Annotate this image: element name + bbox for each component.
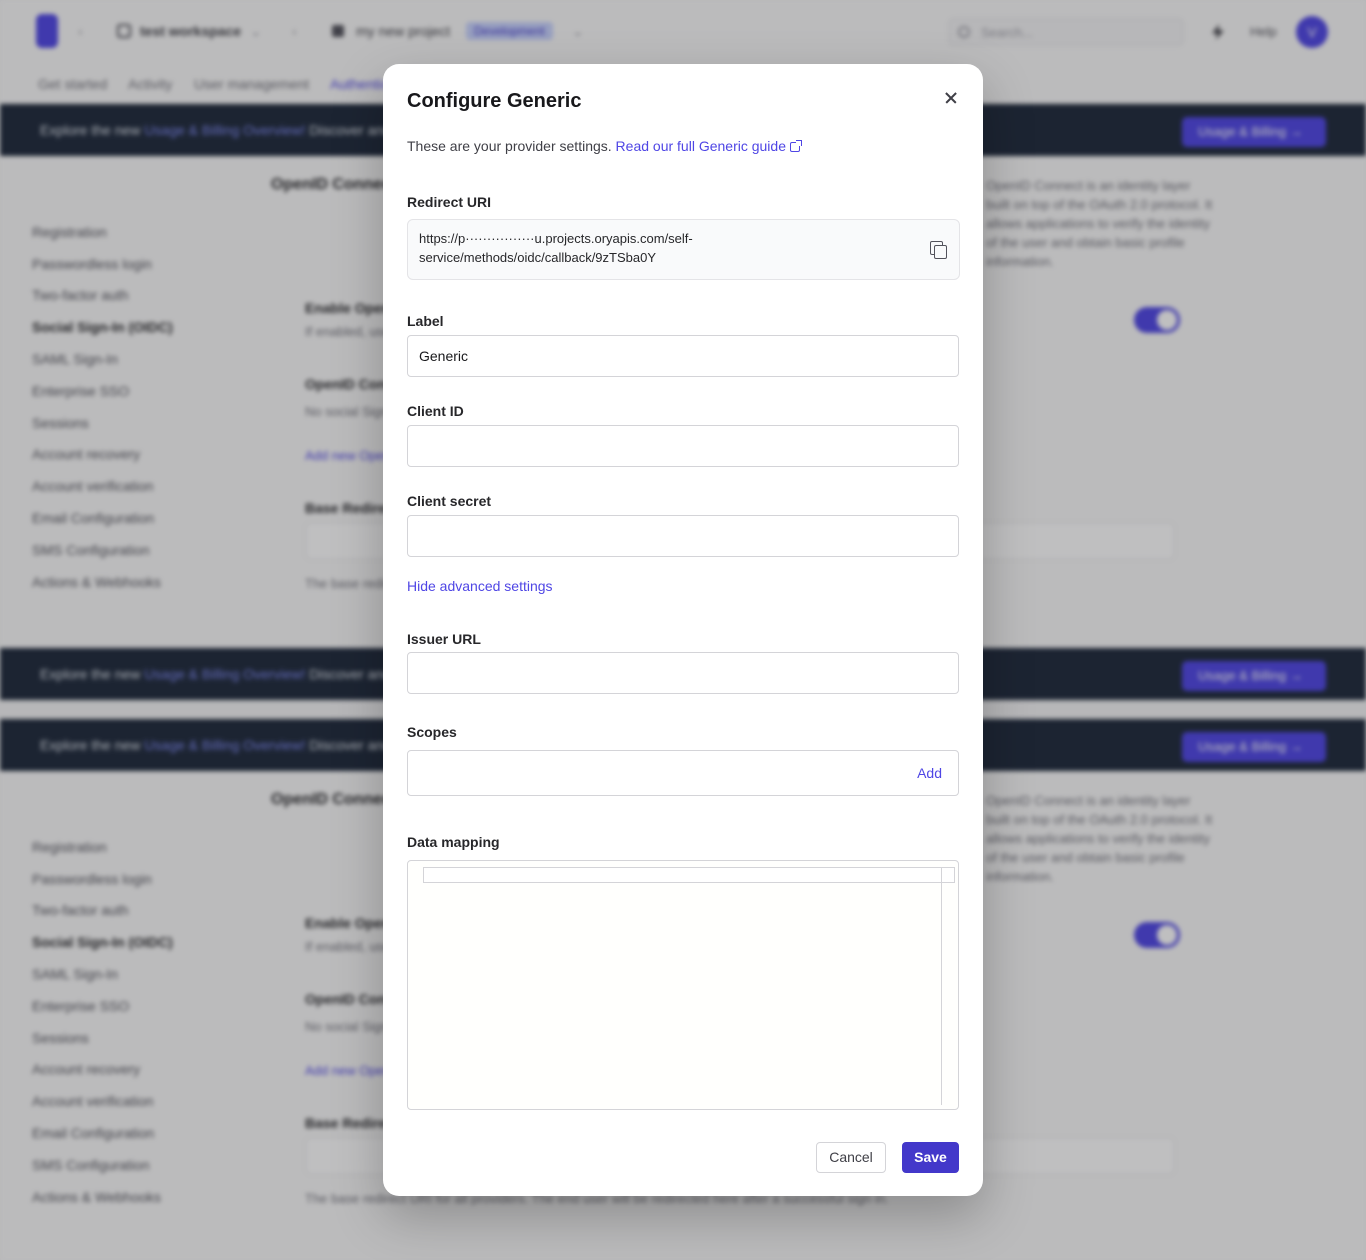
client-secret-label: Client secret [407,493,492,509]
close-icon[interactable] [939,86,963,110]
label-field-label: Label [407,313,444,329]
hide-advanced-settings-link[interactable]: Hide advanced settings [407,578,553,594]
issuer-url-input[interactable] [407,652,959,694]
redirect-uri-value: https://p················u.projects.orya… [419,231,693,265]
cancel-button[interactable]: Cancel [816,1142,886,1173]
scopes-label: Scopes [407,724,457,740]
client-secret-input[interactable] [407,515,959,557]
redirect-uri-field: https://p················u.projects.orya… [407,219,960,280]
dialog-title: Configure Generic [407,90,582,112]
dialog-description: These are your provider settings. Read o… [407,138,802,154]
external-link-icon [789,140,802,152]
label-input[interactable] [407,335,959,377]
redirect-uri-label: Redirect URI [407,194,492,210]
issuer-url-label: Issuer URL [407,631,481,647]
add-scope-button[interactable]: Add [917,765,942,781]
configure-provider-dialog: Configure Generic These are your provide… [383,64,983,1196]
client-id-label: Client ID [407,403,464,419]
generic-guide-link[interactable]: Read our full Generic guide [616,138,802,154]
copy-icon[interactable] [930,241,948,259]
client-id-input[interactable] [407,425,959,467]
save-button[interactable]: Save [902,1142,959,1173]
data-mapping-editor[interactable] [407,860,959,1110]
scopes-input[interactable]: Add [407,750,959,796]
editor-active-line[interactable] [423,867,955,883]
data-mapping-label: Data mapping [407,834,500,850]
editor-scrollbar[interactable] [941,867,942,1105]
